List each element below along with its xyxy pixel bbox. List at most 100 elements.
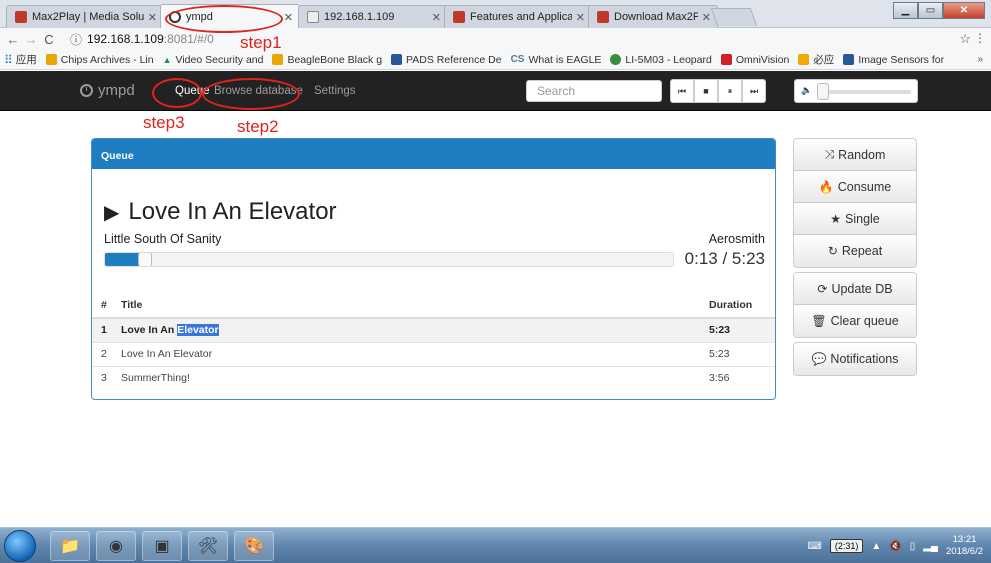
bookmark-label: OmniVision [735,53,790,66]
tab-ip[interactable]: 192.168.1.109 ✕ [298,5,448,28]
repeat-button[interactable]: ↻ Repeat [794,235,916,267]
volume-slider-track[interactable] [817,90,911,94]
progress-handle[interactable] [138,253,152,266]
consume-button[interactable]: 🔥 Consume [794,171,916,203]
annotation-step2: step2 [237,117,279,136]
brand-logo[interactable]: ympd [80,82,135,99]
max2play-favicon-icon [453,11,465,23]
search-input[interactable] [526,80,662,102]
tab-max2play[interactable]: Max2Play | Media Solu ✕ [6,5,164,28]
bookmark-label: Video Security and [175,53,264,66]
bookmark-star-icon[interactable]: ☆ [959,31,971,47]
menu-dots-icon[interactable]: ⋮ [974,31,986,45]
taskbar: 📁 ◉ ▣ 🛠 🎨 ⌨ (2:31) ▲ 🔇 ▯ ▂▄ 13:21 2018/6… [0,527,991,563]
playback-controls: ⏮ ■ ⏸ ⏭ [670,79,766,103]
brand-name: ympd [98,82,135,99]
table-row[interactable]: 1 Love In An Elevator 5:23 [92,317,775,342]
close-icon[interactable]: ✕ [148,11,157,24]
tools-app-icon[interactable]: 🛠 [188,531,228,561]
update-db-button[interactable]: ⟳ Update DB [794,273,916,305]
reload-icon[interactable]: C [40,32,58,47]
bookmark-bing[interactable]: 必应 [798,52,834,67]
nav-settings[interactable]: Settings [314,85,356,97]
button-label: Consume [837,179,892,194]
tab-features[interactable]: Features and Applicati ✕ [444,5,592,28]
tab-title: Download Max2Play o [614,11,698,23]
annotation-circle-url [165,5,283,33]
keyboard-icon[interactable]: ⌨ [807,541,821,552]
arrow-up-icon[interactable]: ▲ [871,541,881,552]
table-row[interactable]: 3 SummerThing! 3:56 [92,365,775,390]
stop-button[interactable]: ■ [694,79,718,103]
tab-download[interactable]: Download Max2Play o ✕ [588,5,718,28]
new-tab-button[interactable] [710,8,758,26]
queue-panel: Queue ▶ Love In An Elevator Little South… [91,138,776,400]
forward-arrow-icon[interactable]: → [22,32,40,47]
shuffle-icon: ⤨ [824,147,835,161]
close-icon[interactable]: ✕ [702,11,711,24]
chrome-icon[interactable]: ◉ [96,531,136,561]
battery-icon[interactable]: ▯ [910,541,916,552]
refresh-icon: ⟳ [817,281,828,296]
tab-title: 192.168.1.109 [324,11,395,23]
signal-icon[interactable]: ▂▄ [923,541,938,552]
progress-bar[interactable] [104,252,674,267]
bookmark-omnivision[interactable]: OmniVision [720,53,790,66]
url-input[interactable]: ⓘ 192.168.1.109:8081/#/0 [70,30,950,48]
bookmark-pads[interactable]: PADS Reference De [391,54,502,66]
clock[interactable]: 13:21 2018/6/2 [946,534,983,558]
paint-app-icon[interactable]: 🎨 [234,531,274,561]
button-label: Notifications [830,352,899,366]
clear-queue-button[interactable]: 🗑 Clear queue [794,305,916,337]
volume-slider-handle[interactable] [817,83,829,100]
notifications-group: 💬 Notifications [793,342,917,376]
window-app-icon[interactable]: ▣ [142,531,182,561]
stop-icon: ■ [703,86,709,96]
window-close-icon[interactable]: ✕ [943,2,985,19]
bookmark-label: 必应 [813,54,835,66]
pause-button[interactable]: ⏸ [718,79,742,103]
explorer-folder-icon[interactable]: 📁 [50,531,90,561]
maximize-icon[interactable]: ▭ [918,2,943,19]
pause-icon: ⏸ [727,85,733,96]
start-button[interactable] [4,530,36,562]
bookmark-label: Image Sensors for [858,53,945,66]
close-icon[interactable]: ✕ [284,11,293,24]
bookmark-beaglebone[interactable]: BeagleBone Black g [272,54,382,66]
bookmark-eagle[interactable]: CS What is EAGLE [511,54,602,66]
bookmark-apps[interactable]: 应用 [16,52,37,67]
close-icon[interactable]: ✕ [432,11,441,24]
speaker-muted-icon[interactable]: 🔇 [889,541,901,552]
more-bookmarks-icon[interactable]: » [977,54,983,65]
battery-status[interactable]: (2:31) [829,539,864,553]
notifications-button[interactable]: 💬 Notifications [794,343,916,375]
track-duration: 5:23 [700,341,775,366]
track-duration: 5:23 [700,317,775,342]
track-title-part: Love In An [121,324,178,337]
track-title: SummerThing! [112,365,700,390]
volume-control: 🔈 [794,79,918,103]
random-button[interactable]: ⤨ Random [794,139,916,171]
bookmark-favicon-icon [610,54,622,65]
bookmark-image-sensors[interactable]: Image Sensors for [843,54,944,66]
fire-icon: 🔥 [818,179,834,194]
next-button[interactable]: ⏭ [742,79,766,103]
back-arrow-icon[interactable]: ← [4,32,22,47]
minimize-icon[interactable]: ▁ [893,2,918,19]
cs-logo-icon: CS [510,54,525,65]
track-title: Love In An Elevator [112,317,700,342]
bookmark-leopard[interactable]: LI-5M03 - Leopard [610,54,712,66]
bookmark-chips-archives[interactable]: Chips Archives - Lin [45,54,154,66]
window-controls: ▁ ▭ ✕ [893,2,985,19]
apps-grid-icon[interactable]: ⠿ [4,53,13,67]
bookmark-video-security[interactable]: ▲ Video Security and [163,54,264,66]
now-playing: ▶ Love In An Elevator Little South Of Sa… [92,169,775,292]
close-icon[interactable]: ✕ [576,11,585,24]
single-button[interactable]: ★ Single [794,203,916,235]
button-label: Repeat [841,244,883,258]
table-row[interactable]: 2 Love In An Elevator 5:23 [92,341,775,366]
power-logo-icon [80,84,93,97]
track-number: 1 [92,317,112,342]
previous-button[interactable]: ⏮ [670,79,694,103]
tab-title: Max2Play | Media Solu [32,11,144,23]
